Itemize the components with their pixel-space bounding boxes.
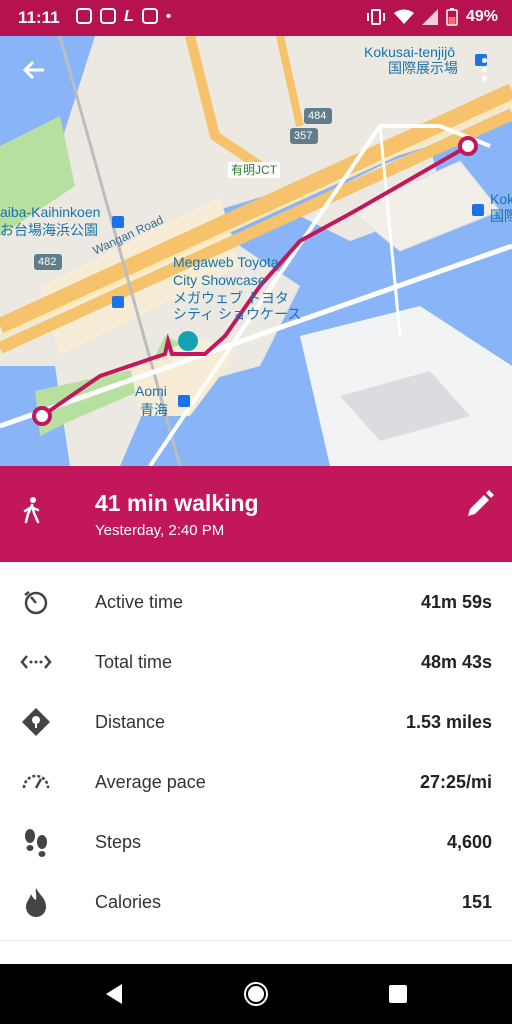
system-icons: 49% [366, 8, 498, 26]
vibrate-icon [366, 9, 385, 25]
stat-label: Steps [95, 832, 142, 852]
map-label: aiba-Kaihinkoen [0, 204, 101, 220]
status-time: 11:11 [18, 8, 60, 27]
stat-label: Calories [95, 892, 162, 912]
home-nav-icon[interactable] [244, 982, 268, 1006]
map-label: Megaweb Toyota [173, 254, 279, 270]
map-canvas [0, 36, 512, 466]
back-nav-icon[interactable] [102, 982, 126, 1006]
stat-label: Active time [95, 592, 184, 612]
stat-row-total-time: Total time 48m 43s [0, 632, 512, 692]
stat-label: Total time [95, 652, 173, 672]
route-end-marker [458, 136, 478, 156]
system-nav-bar [0, 964, 512, 1024]
signal-icon [421, 9, 438, 25]
footsteps-icon [25, 829, 47, 857]
stat-row-distance: Distance 1.53 miles [0, 692, 512, 752]
activity-title: 41 min walking [95, 490, 259, 516]
route-shield: 484 [308, 110, 327, 122]
edit-pencil-icon[interactable] [462, 488, 496, 522]
stat-row-calories: Calories 151 [0, 872, 512, 932]
map-label: 国際 [490, 208, 512, 224]
stat-value: 1.53 miles [405, 712, 492, 732]
l-app-icon: L [124, 8, 134, 25]
stat-value: 48m 43s [420, 652, 492, 672]
battery-percent: 49% [465, 8, 498, 25]
stat-label: Average pace [95, 772, 206, 792]
map-label: Aomi [135, 383, 167, 399]
route-map[interactable]: Kokusai-tenjijō 国際展示場 Kok 国際 aiba-Kaihin… [0, 36, 512, 466]
stat-label: Distance [95, 712, 166, 732]
more-options-icon[interactable] [474, 54, 494, 84]
battery-icon [446, 8, 458, 26]
museum-icon [178, 331, 198, 351]
distance-icon [22, 708, 50, 736]
map-label: Kok [490, 191, 512, 207]
activity-header: 41 min walking Yesterday, 2:40 PM [0, 466, 512, 562]
map-label: Kokusai-tenjijō [364, 44, 456, 60]
map-label: メガウェブ トヨタ [173, 290, 289, 306]
map-label: 国際展示場 [388, 60, 458, 76]
instagram-icon [100, 8, 116, 24]
stat-row-steps: Steps 4,600 [0, 812, 512, 872]
activity-subtitle: Yesterday, 2:40 PM [95, 522, 225, 539]
total-time-icon [20, 655, 52, 669]
map-label: 有明JCT [228, 162, 280, 178]
dot-icon: • [165, 8, 172, 25]
stat-row-average-pace: Average pace 27:25/mi [0, 752, 512, 812]
map-label: お台場海浜公園 [0, 222, 98, 238]
timer-icon [24, 591, 48, 615]
stat-value: 151 [461, 892, 492, 912]
divider [0, 940, 512, 941]
stat-value: 27:25/mi [419, 772, 492, 792]
route-start-marker [32, 406, 52, 426]
stat-value: 4,600 [446, 832, 492, 852]
speedometer-icon [22, 774, 50, 789]
maps-icon [141, 8, 158, 24]
walking-icon [23, 497, 40, 524]
flame-icon [26, 888, 46, 917]
stat-value: 41m 59s [420, 592, 492, 612]
map-label: シティ ショウケース [173, 306, 302, 322]
wifi-icon [393, 9, 414, 24]
notification-icons: L • [76, 8, 171, 26]
route-shield: 482 [38, 256, 57, 268]
map-label: 青海 [140, 402, 168, 418]
stat-row-active-time: Active time 41m 59s [0, 572, 512, 632]
back-arrow-icon[interactable] [20, 56, 52, 88]
status-bar: 11:11 L • 49% [0, 0, 512, 36]
map-label: City Showcase [173, 272, 266, 288]
route-shield: 357 [294, 130, 313, 142]
instagram-icon [76, 8, 92, 24]
recents-nav-icon[interactable] [386, 982, 410, 1006]
